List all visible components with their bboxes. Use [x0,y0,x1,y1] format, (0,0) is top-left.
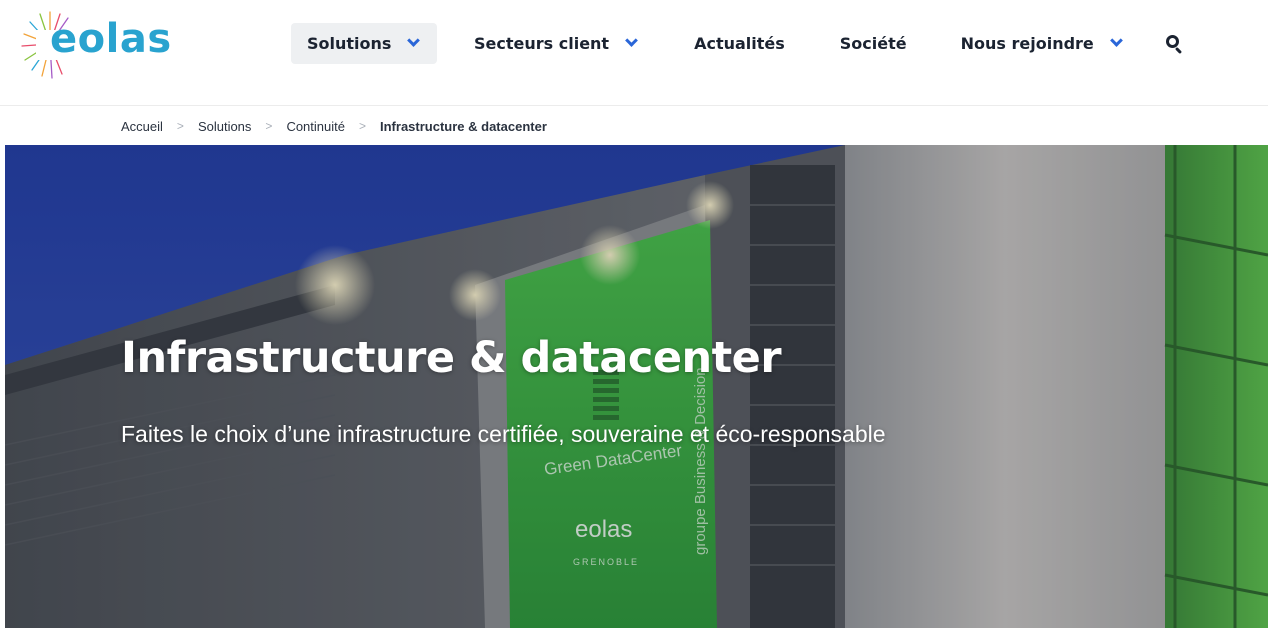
nav-item-label: Secteurs client [474,34,610,53]
main-nav: Solutions Secteurs client Actualités Soc… [291,23,1185,64]
breadcrumb-separator: > [265,119,273,133]
search-icon-ring [1165,34,1179,48]
logo-text: eolas [50,16,172,62]
hero-subtitle: Faites le choix d’une infrastructure cer… [121,421,886,447]
chevron-down-icon [1109,34,1123,47]
search-icon-handle [1174,46,1182,54]
site-header: eolas Solutions Secteurs client Actualit… [0,0,1268,106]
breadcrumb-link-accueil[interactable]: Accueil [121,119,163,134]
nav-item-label: Société [839,34,907,53]
hero-title: Infrastructure & datacenter [121,333,782,383]
breadcrumb-separator: > [358,119,366,133]
breadcrumb-link-continuite[interactable]: Continuité [286,119,345,134]
breadcrumb-current: Infrastructure & datacenter [380,118,547,134]
nav-item-label: Solutions [307,34,392,53]
chevron-down-icon [625,34,638,47]
nav-item-nous-rejoindre[interactable]: Nous rejoindre [960,23,1123,64]
hero-background-image: Green DataCenter eolas GRENOBLE groupe B… [5,145,1268,628]
breadcrumb-link-solutions[interactable]: Solutions [198,119,251,134]
breadcrumb: Accueil > Solutions > Continuité > Infra… [121,116,547,136]
breadcrumb-separator: > [176,119,184,133]
hero-banner: Green DataCenter eolas GRENOBLE groupe B… [5,145,1268,628]
nav-item-solutions[interactable]: Solutions [291,23,437,64]
search-icon[interactable] [1165,34,1185,54]
nav-item-label: Nous rejoindre [960,34,1094,53]
nav-item-secteurs-client[interactable]: Secteurs client [474,23,638,64]
nav-item-actualites[interactable]: Actualités [694,23,785,64]
nav-item-label: Actualités [694,34,785,53]
chevron-down-icon [407,34,421,47]
nav-item-societe[interactable]: Société [840,23,907,64]
eolas-logo[interactable]: eolas [18,6,171,82]
